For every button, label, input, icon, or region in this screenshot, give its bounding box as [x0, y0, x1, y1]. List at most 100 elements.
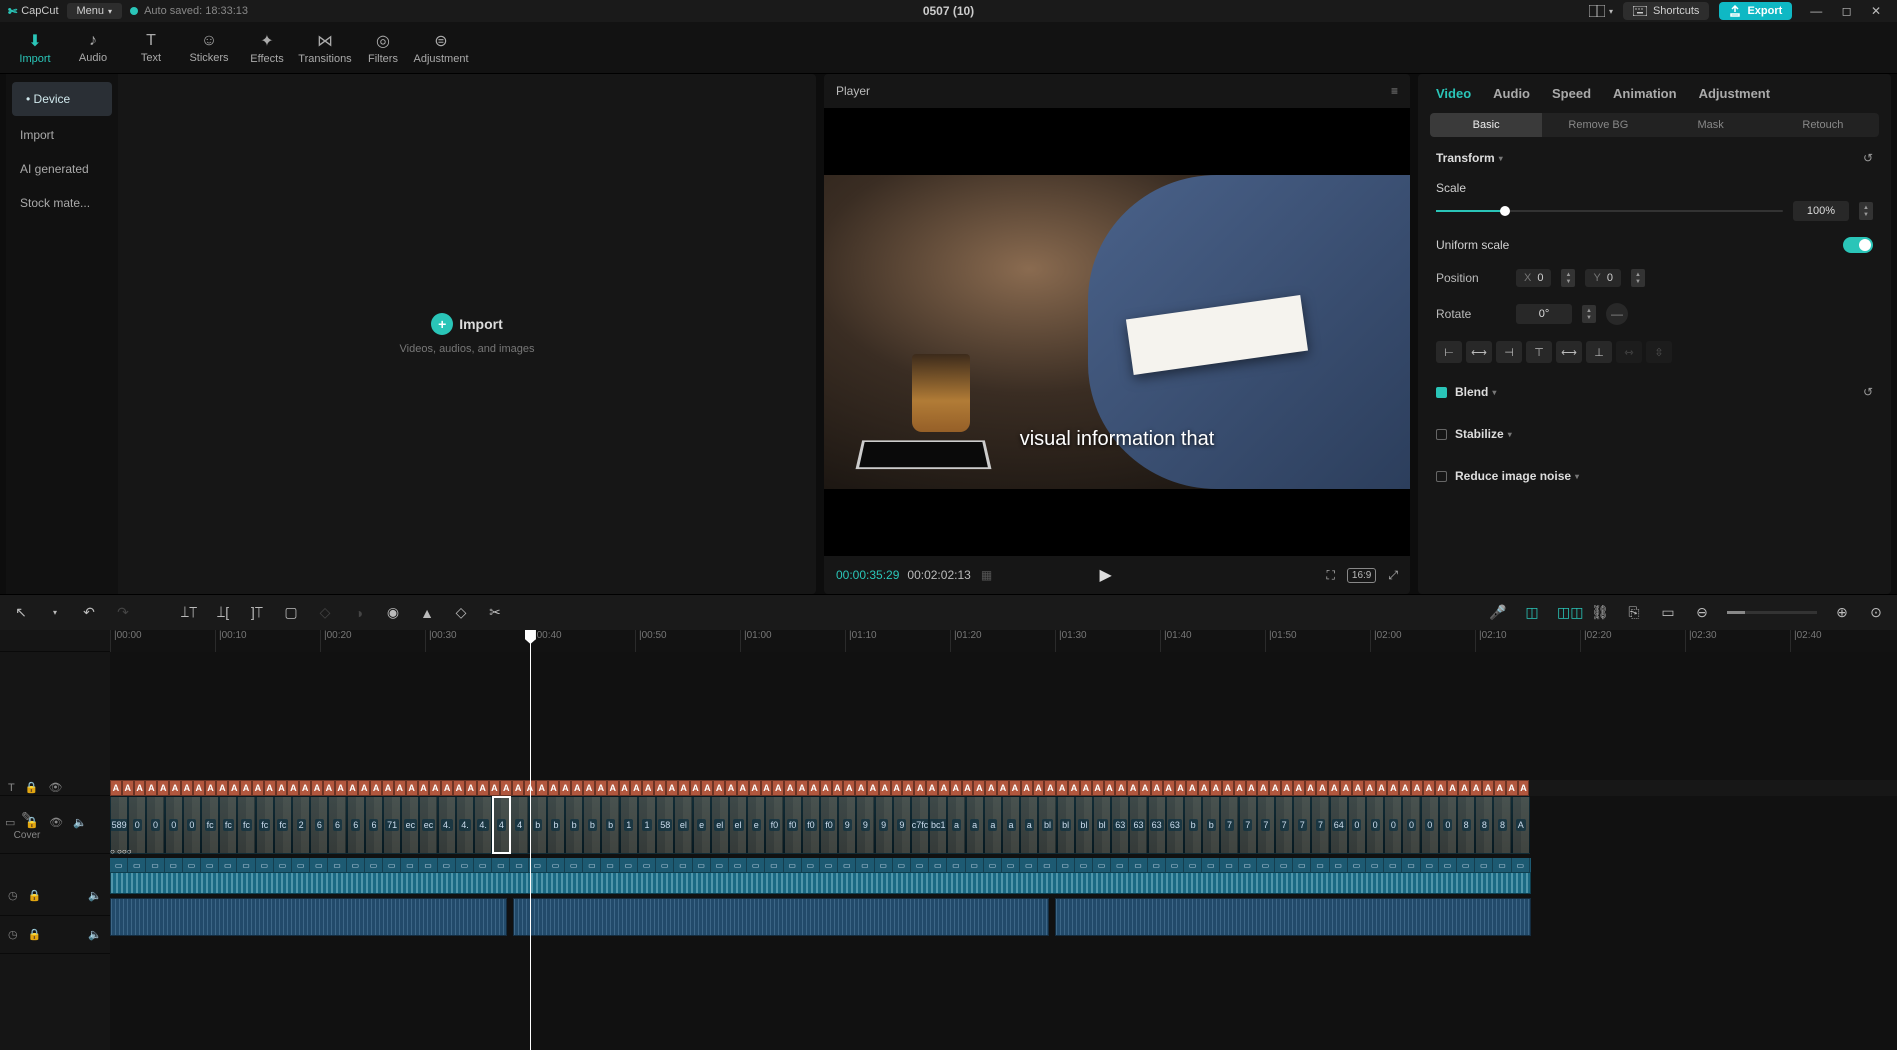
subtitle-clip[interactable]: A	[997, 780, 1009, 796]
magnet-main-icon[interactable]: ◫	[1523, 604, 1541, 621]
subtitle-clip[interactable]: A	[1257, 780, 1269, 796]
subtitle-clip[interactable]: A	[489, 780, 501, 796]
video-clip[interactable]: a	[1020, 796, 1038, 854]
subtitle-track-lock-icon[interactable]: 🔒	[25, 781, 39, 794]
subtitle-clip[interactable]: A	[1210, 780, 1222, 796]
audio-track-mute-icon[interactable]: 🔈	[88, 889, 102, 902]
video-clip[interactable]: bl	[1057, 796, 1075, 854]
subtitle-clip[interactable]: A	[110, 780, 122, 796]
video-clip[interactable]: a	[1002, 796, 1020, 854]
subtitle-clip[interactable]: A	[666, 780, 678, 796]
video-clip[interactable]: b	[601, 796, 619, 854]
video-clip[interactable]: fc	[201, 796, 219, 854]
video-clip[interactable]: 7	[1239, 796, 1257, 854]
subtitle-clip[interactable]: A	[725, 780, 737, 796]
blend-section[interactable]: Blend▾	[1455, 385, 1496, 399]
subtitle-clip[interactable]: A	[926, 780, 938, 796]
mic-icon[interactable]: 🎤	[1489, 604, 1507, 621]
subtitle-clip[interactable]: A	[630, 780, 642, 796]
video-clip[interactable]: b	[529, 796, 547, 854]
video-clip[interactable]: b	[1202, 796, 1220, 854]
inspector-tab-speed[interactable]: Speed	[1552, 86, 1591, 101]
rotate-stepper[interactable]: ▲▼	[1582, 305, 1596, 323]
audio2-clip[interactable]	[110, 898, 507, 936]
preview-toggle-icon[interactable]: ⎘	[1625, 604, 1643, 621]
subtitle-clip[interactable]: A	[642, 780, 654, 796]
scale-value[interactable]: 100%	[1793, 201, 1849, 221]
subtitle-clip[interactable]: A	[1080, 780, 1092, 796]
video-clip[interactable]: 0	[146, 796, 164, 854]
video-track-visible-icon[interactable]: ▭	[5, 816, 15, 829]
subtitle-clip[interactable]: A	[1494, 780, 1506, 796]
subtitle-clip[interactable]: A	[571, 780, 583, 796]
video-clip[interactable]: 9	[856, 796, 874, 854]
subtitle-clip[interactable]: A	[938, 780, 950, 796]
video-clip[interactable]: 0	[1366, 796, 1384, 854]
source-tab-2[interactable]: AI generated	[6, 152, 118, 186]
subtitle-clip[interactable]: A	[299, 780, 311, 796]
subtitle-clip[interactable]: A	[1092, 780, 1104, 796]
video-clip[interactable]: 4.	[438, 796, 456, 854]
maximize-button[interactable]: ◻	[1834, 4, 1860, 18]
zoom-fit-icon[interactable]: ⊙	[1867, 604, 1885, 621]
subtitle-clip[interactable]: A	[1506, 780, 1518, 796]
subtitle-clip[interactable]: A	[595, 780, 607, 796]
fullscreen-icon[interactable]: ⤢	[1388, 568, 1398, 583]
subtitle-clip[interactable]: A	[1281, 780, 1293, 796]
toolbar-transitions[interactable]: ⋈Transitions	[296, 24, 354, 71]
subtitle-clip[interactable]: A	[1387, 780, 1399, 796]
subtitle-clip[interactable]: A	[713, 780, 725, 796]
video-clip[interactable]: f0	[784, 796, 802, 854]
blend-reset-icon[interactable]: ↺	[1863, 385, 1873, 399]
inspector-tab-audio[interactable]: Audio	[1493, 86, 1530, 101]
subtitle-clip[interactable]: A	[879, 780, 891, 796]
subtitle-clip[interactable]: A	[477, 780, 489, 796]
subtitle-clip[interactable]: A	[157, 780, 169, 796]
video-clip[interactable]: 7	[1257, 796, 1275, 854]
subtitle-clip[interactable]: A	[287, 780, 299, 796]
subtitle-clip[interactable]: A	[122, 780, 134, 796]
subtitle-clip[interactable]: A	[701, 780, 713, 796]
export-button[interactable]: Export	[1719, 2, 1792, 20]
player-stage[interactable]: visual information that	[824, 108, 1410, 556]
toolbar-filters[interactable]: ◎Filters	[354, 24, 412, 71]
video-track-eye-icon[interactable]: 👁	[49, 816, 63, 829]
subtitle-clip[interactable]: A	[1470, 780, 1482, 796]
video-clip[interactable]: el	[729, 796, 747, 854]
subtitle-clip[interactable]: A	[1163, 780, 1175, 796]
timeline-ruler[interactable]: |00:00|00:10|00:20|00:30|00:40|00:50|01:…	[110, 630, 1897, 652]
subtitle-clip[interactable]: A	[335, 780, 347, 796]
link-icon[interactable]: ⛓	[1591, 604, 1609, 621]
subtitle-clip[interactable]: A	[1399, 780, 1411, 796]
video-clip[interactable]: 0	[128, 796, 146, 854]
video-clip[interactable]: bl	[1038, 796, 1056, 854]
position-x-stepper[interactable]: ▲▼	[1561, 269, 1575, 287]
blend-check[interactable]	[1436, 387, 1447, 398]
split-right-button[interactable]: ]⟙	[248, 604, 266, 621]
subtitle-clip[interactable]: A	[548, 780, 560, 796]
subtitle-clip[interactable]: A	[843, 780, 855, 796]
subtitle-clip[interactable]: A	[654, 780, 666, 796]
player-menu-icon[interactable]: ≡	[1391, 84, 1398, 98]
subtitle-clip[interactable]: A	[394, 780, 406, 796]
minimize-button[interactable]: —	[1802, 4, 1830, 18]
split-left-button[interactable]: ⟘[	[214, 604, 232, 621]
video-clip[interactable]: 6	[310, 796, 328, 854]
zoom-out-icon[interactable]: ⊖	[1693, 604, 1711, 621]
subtitle-clip[interactable]: A	[441, 780, 453, 796]
distribute-h-button[interactable]: ⇿	[1616, 341, 1642, 363]
freeze-button[interactable]: ◇	[316, 604, 334, 621]
subtitle-clip[interactable]: A	[453, 780, 465, 796]
subtitle-clip[interactable]: A	[962, 780, 974, 796]
subtitle-clip[interactable]: A	[1021, 780, 1033, 796]
video-clip[interactable]: 8	[1457, 796, 1475, 854]
subtitle-clip[interactable]: A	[796, 780, 808, 796]
video-clip[interactable]: 7	[1220, 796, 1238, 854]
subtitle-clip[interactable]: A	[216, 780, 228, 796]
subtitle-clip[interactable]: A	[1482, 780, 1494, 796]
video-clip[interactable]: 4.	[474, 796, 492, 854]
delete-button[interactable]: ▢	[282, 604, 300, 621]
subtitle-clip[interactable]: A	[855, 780, 867, 796]
subtitle-clip[interactable]: A	[134, 780, 146, 796]
mirror-button[interactable]: ▲	[418, 605, 436, 621]
